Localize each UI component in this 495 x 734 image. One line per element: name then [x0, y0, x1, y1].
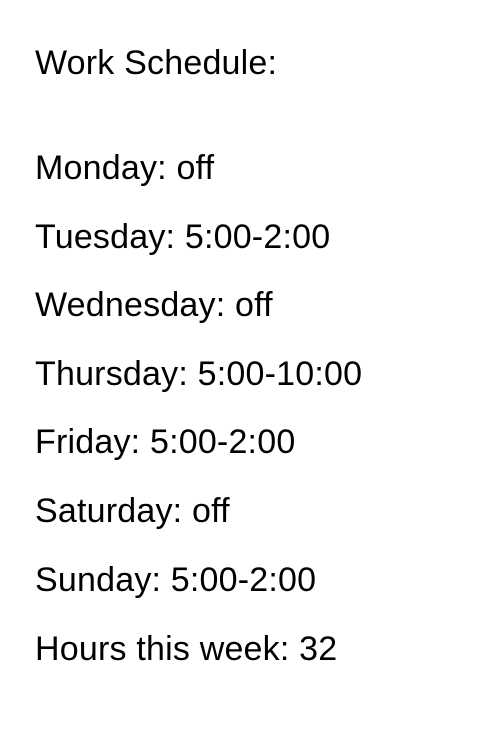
schedule-line-thursday: Thursday: 5:00-10:00 [35, 355, 363, 393]
schedule-document: Work Schedule: Monday: off Tuesday: 5:00… [35, 0, 495, 734]
schedule-line-tuesday: Tuesday: 5:00-2:00 [35, 218, 331, 256]
schedule-line-saturday: Saturday: off [35, 492, 230, 530]
hours-total: Hours this week: 32 [35, 630, 338, 668]
schedule-line-wednesday: Wednesday: off [35, 286, 273, 324]
schedule-line-monday: Monday: off [35, 149, 215, 187]
schedule-line-sunday: Sunday: 5:00-2:00 [35, 561, 317, 599]
schedule-title: Work Schedule: [35, 44, 278, 82]
schedule-line-friday: Friday: 5:00-2:00 [35, 423, 296, 461]
